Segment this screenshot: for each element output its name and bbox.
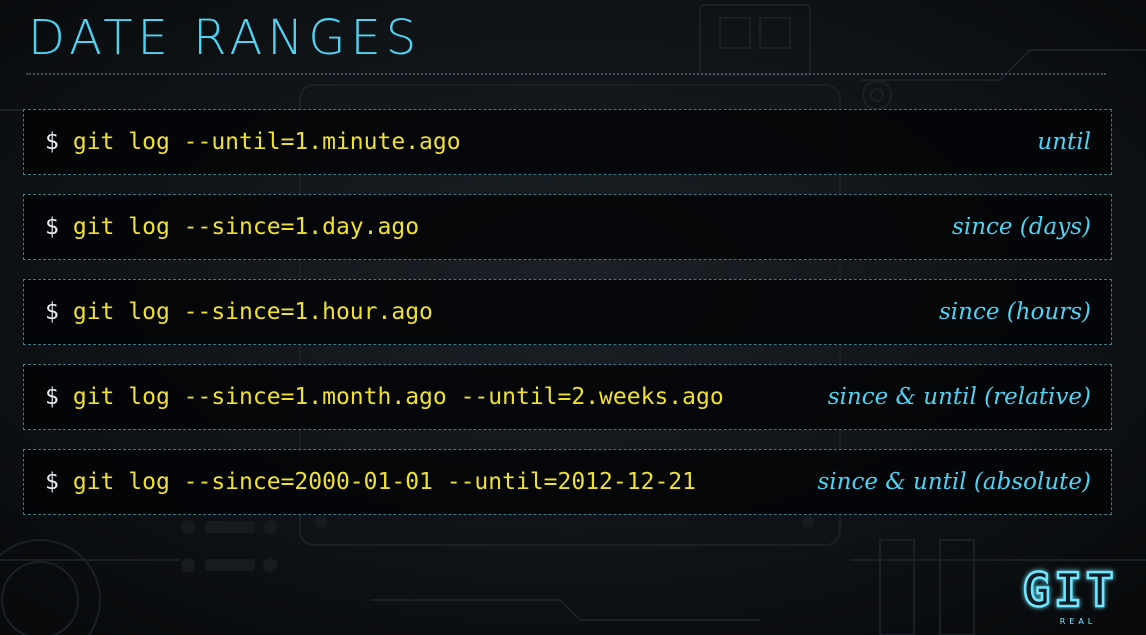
git-real-logo: GIT REAL	[1021, 562, 1117, 626]
command-text: git log --since=2000-01-01 --until=2012-…	[72, 469, 696, 495]
row-label: since & until (relative)	[827, 384, 1091, 410]
command-line: $ git log --since=1.hour.ago	[45, 280, 433, 344]
command-line: $ git log --since=2000-01-01 --until=2012…	[45, 450, 696, 514]
logo-sub-text: REAL	[1060, 617, 1097, 626]
command-row-since-days: $ git log --since=1.day.ago since (days)	[23, 194, 1112, 260]
row-label: since (hours)	[939, 299, 1091, 325]
prompt-symbol: $	[45, 384, 59, 410]
command-line: $ git log --since=1.day.ago	[45, 195, 419, 259]
command-row-until: $ git log --until=1.minute.ago until	[23, 109, 1112, 175]
command-row-absolute: $ git log --since=2000-01-01 --until=2012…	[23, 449, 1112, 515]
row-label: since (days)	[952, 214, 1091, 240]
prompt-symbol: $	[45, 469, 59, 495]
prompt-symbol: $	[45, 214, 59, 240]
command-line: $ git log --until=1.minute.ago	[45, 110, 461, 174]
command-text: git log --since=1.month.ago --until=2.we…	[72, 384, 724, 410]
prompt-symbol: $	[45, 299, 59, 325]
command-text: git log --since=1.hour.ago	[72, 299, 433, 325]
command-row-since-hours: $ git log --since=1.hour.ago since (hours…	[23, 279, 1112, 345]
command-row-relative: $ git log --since=1.month.ago --until=2.w…	[23, 364, 1112, 430]
slide-title: DATE RANGES	[28, 10, 422, 66]
logo-main-text: GIT	[1022, 563, 1117, 617]
title-divider	[26, 73, 1106, 75]
prompt-symbol: $	[45, 129, 59, 155]
command-line: $ git log --since=1.month.ago --until=2.w…	[45, 365, 724, 429]
command-text: git log --until=1.minute.ago	[72, 129, 461, 155]
row-label: until	[1037, 129, 1091, 155]
row-label: since & until (absolute)	[817, 469, 1091, 495]
command-list: $ git log --until=1.minute.ago until $ git…	[23, 109, 1112, 534]
command-text: git log --since=1.day.ago	[72, 214, 420, 240]
